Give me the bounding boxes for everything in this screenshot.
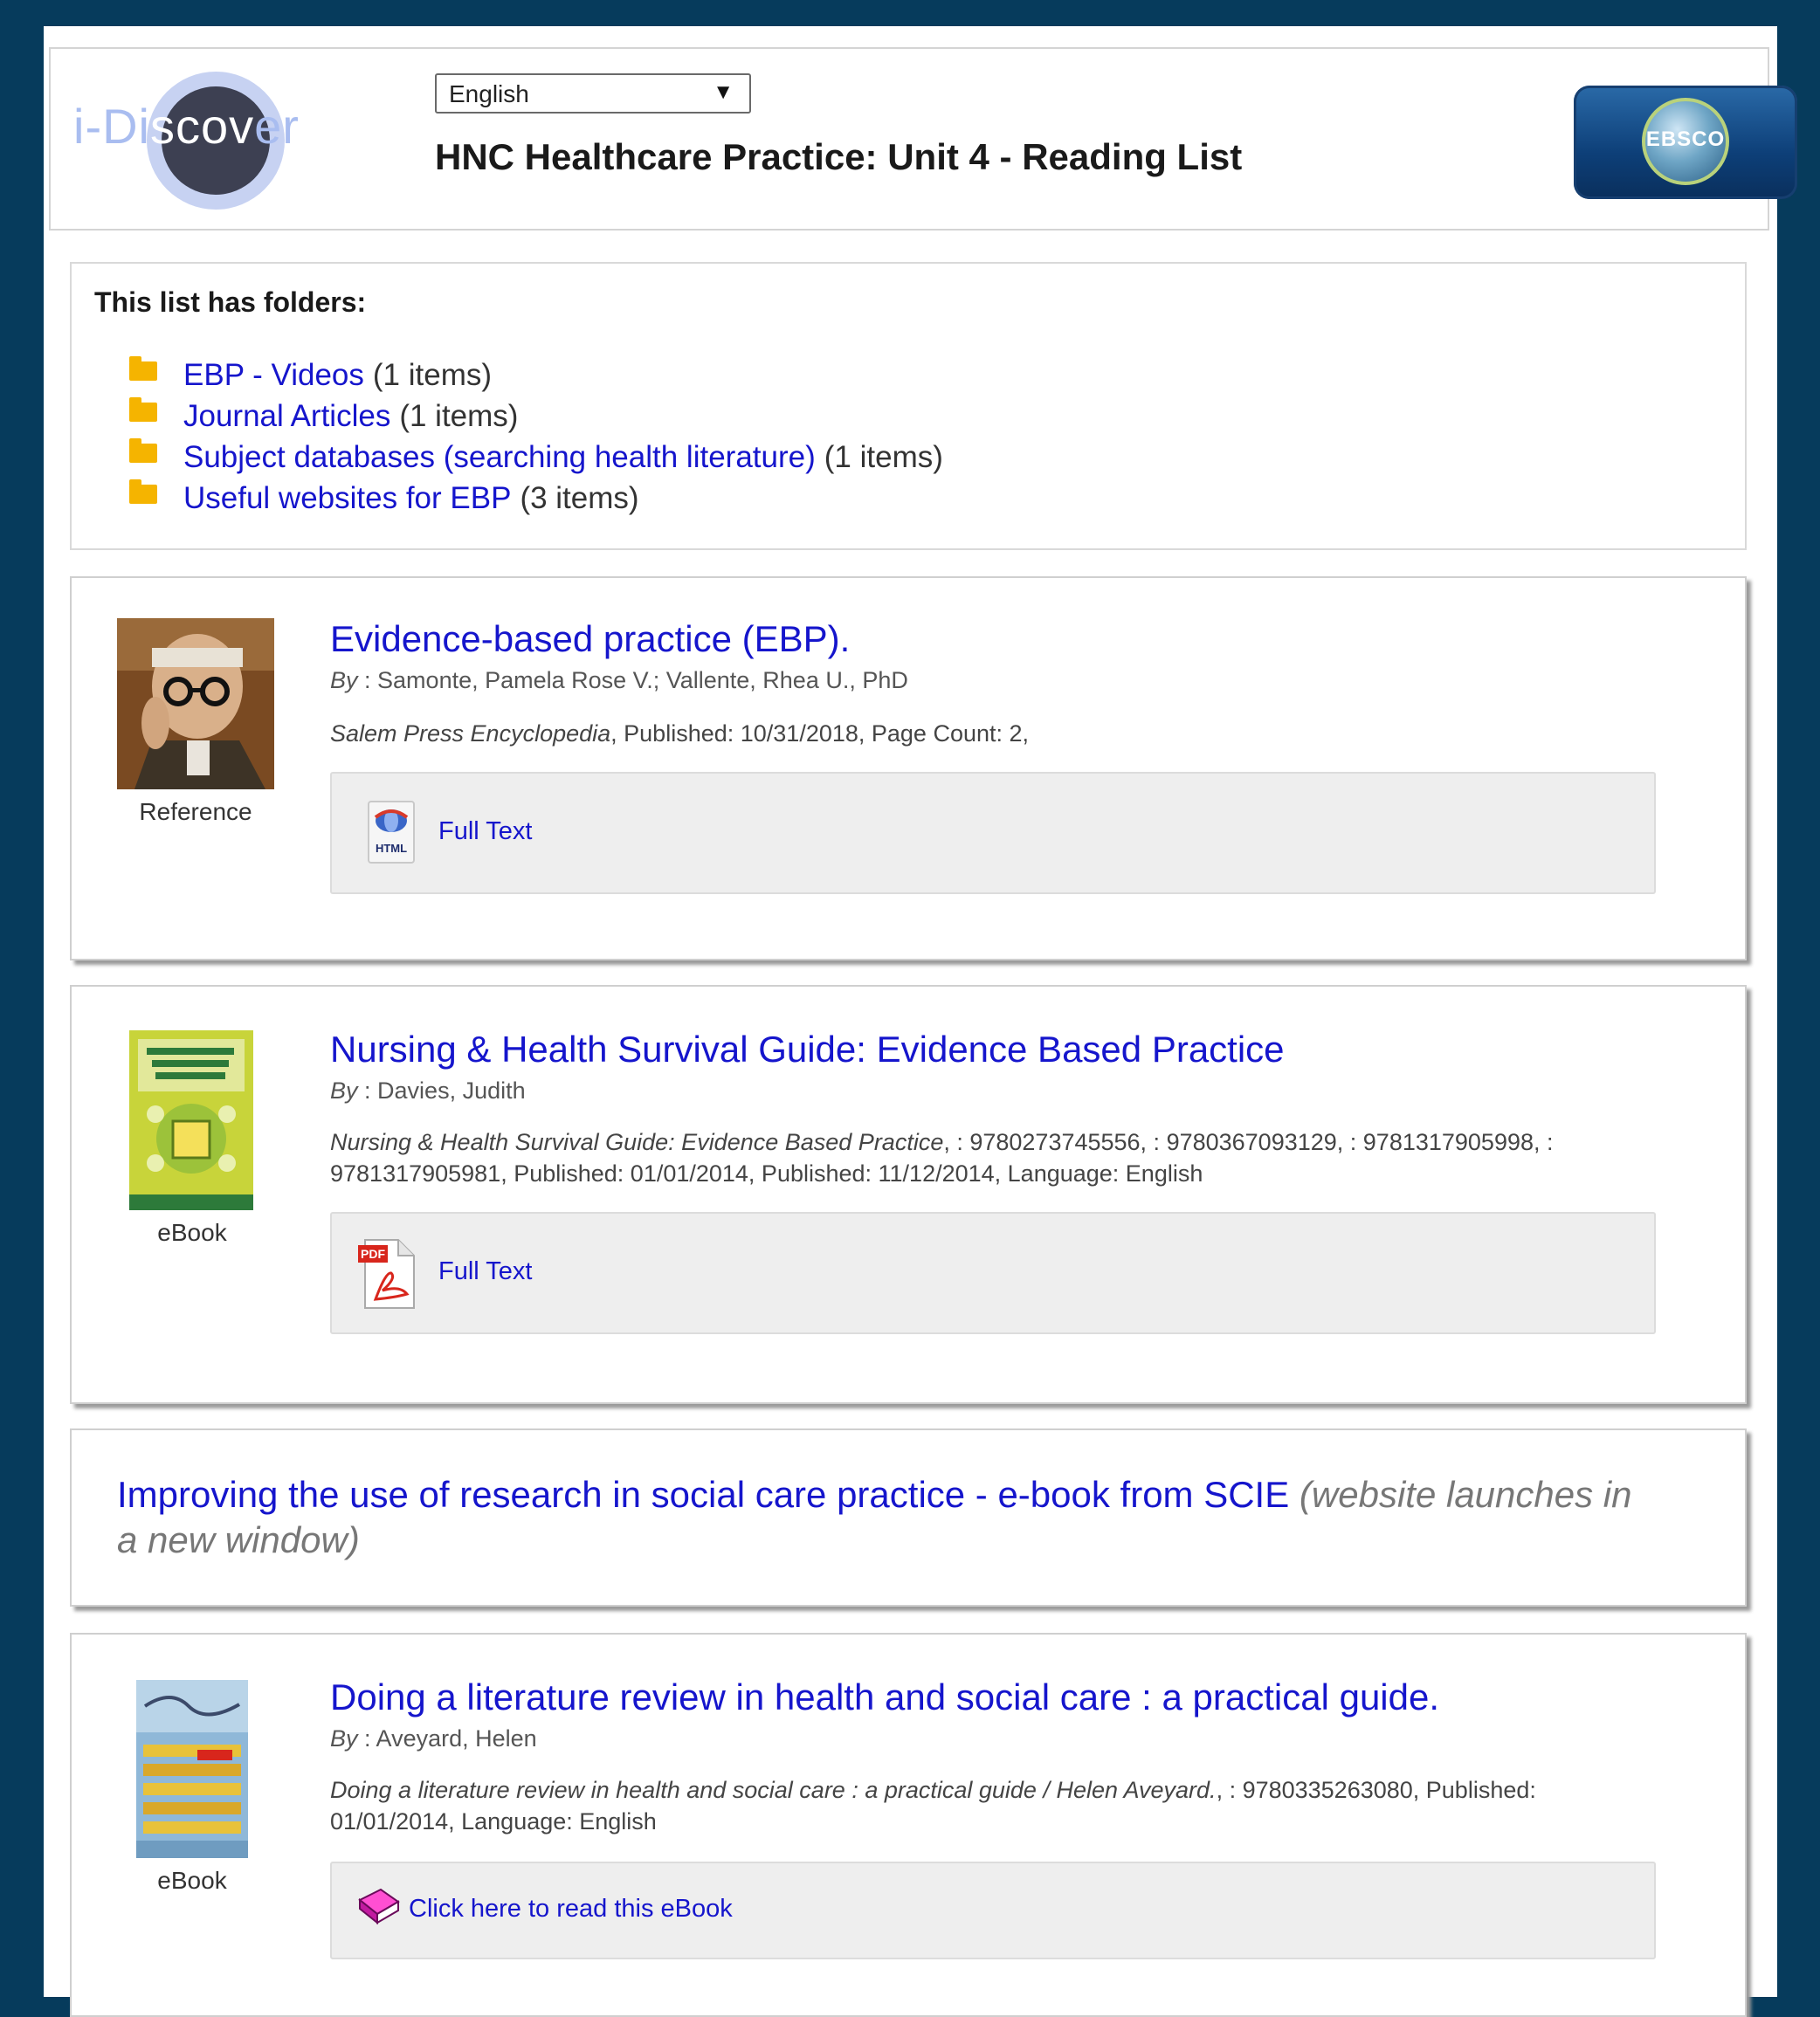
source-title: Salem Press Encyclopedia xyxy=(330,720,611,747)
ebsco-logo-text: EBSCO xyxy=(1645,127,1726,151)
folder-item: Journal Articles (1 items) xyxy=(129,396,943,437)
ebsco-logo[interactable]: EBSCO xyxy=(1574,86,1797,199)
item-thumbnail[interactable] xyxy=(117,618,274,789)
reading-item-card: Reference Evidence-based practice (EBP).… xyxy=(70,576,1747,960)
logo-text-mid: scov xyxy=(149,99,255,154)
by-label: By xyxy=(330,1077,358,1104)
item-metadata: Doing a literature review in health and … xyxy=(330,1774,1588,1837)
folder-icon xyxy=(129,396,157,422)
folder-count: (1 items) xyxy=(824,439,943,474)
full-text-box: HTML Full Text xyxy=(330,772,1656,894)
book-cover-image xyxy=(129,1030,253,1210)
reading-item-card: eBook Doing a literature review in healt… xyxy=(70,1633,1747,2017)
full-text-link[interactable]: Full Text xyxy=(438,817,532,846)
html-icon-text: HTML xyxy=(376,842,407,855)
folder-count: (3 items) xyxy=(520,480,639,515)
item-metadata: Salem Press Encyclopedia, Published: 10/… xyxy=(330,718,1692,749)
book-cover-image xyxy=(136,1680,248,1858)
folder-count: (1 items) xyxy=(399,398,519,433)
item-title-link[interactable]: Doing a literature review in health and … xyxy=(330,1676,1439,1718)
item-title-link[interactable]: Nursing & Health Survival Guide: Evidenc… xyxy=(330,1029,1285,1070)
language-select-value: English xyxy=(449,80,529,107)
dropdown-arrow-icon: ▼ xyxy=(713,80,734,104)
portrait-image xyxy=(117,618,274,789)
i-discover-logo[interactable]: i-Discover xyxy=(73,70,318,210)
folder-link[interactable]: Journal Articles xyxy=(183,399,390,434)
folder-icon xyxy=(129,355,157,381)
reading-item-card: eBook Nursing & Health Survival Guide: E… xyxy=(70,985,1747,1404)
authors-value: : Davies, Judith xyxy=(364,1077,526,1104)
web-link-text: Improving the use of research in social … xyxy=(117,1472,1654,1563)
source-title: Doing a literature review in health and … xyxy=(330,1777,1217,1803)
authors-value: : Samonte, Pamela Rose V.; Vallente, Rhe… xyxy=(364,667,908,693)
item-metadata: Nursing & Health Survival Guide: Evidenc… xyxy=(330,1126,1588,1189)
folder-count: (1 items) xyxy=(372,357,493,392)
header: i-Discover English ▼ HNC Healthcare Prac… xyxy=(49,47,1797,231)
full-text-box: PDF Full Text xyxy=(330,1212,1656,1334)
item-type-label: eBook xyxy=(157,1219,227,1246)
item-thumbnail[interactable] xyxy=(136,1680,248,1858)
item-title-link[interactable]: Evidence-based practice (EBP). xyxy=(330,618,850,660)
folder-icon xyxy=(129,478,157,504)
item-type-label: eBook xyxy=(157,1867,227,1894)
web-link-card: Improving the use of research in social … xyxy=(70,1428,1747,1607)
logo-text: i-Discover xyxy=(73,98,335,155)
language-select[interactable]: English ▼ xyxy=(435,73,751,114)
web-link[interactable]: Improving the use of research in social … xyxy=(117,1474,1289,1515)
pdf-icon: PDF xyxy=(358,1239,415,1309)
item-type-label: Reference xyxy=(139,798,252,825)
source-title: Nursing & Health Survival Guide: Evidenc… xyxy=(330,1129,944,1155)
meta-details: , Published: 10/31/2018, Page Count: 2, xyxy=(610,720,1030,747)
item-authors: By : Aveyard, Helen xyxy=(330,1725,537,1752)
logo-text-left: i-Di xyxy=(73,99,150,154)
authors-value: : Aveyard, Helen xyxy=(364,1725,537,1752)
folder-item: Useful websites for EBP (3 items) xyxy=(129,478,943,519)
folder-item: Subject databases (searching health lite… xyxy=(129,437,943,478)
folders-panel: This list has folders: EBP - Videos (1 i… xyxy=(70,262,1747,550)
book-icon xyxy=(358,1888,400,1925)
folder-link[interactable]: Subject databases (searching health lite… xyxy=(183,440,816,475)
html-icon: HTML xyxy=(368,801,415,864)
ebook-link-box: Click here to read this eBook xyxy=(330,1862,1656,1959)
by-label: By xyxy=(330,1725,358,1752)
pdf-icon-text: PDF xyxy=(361,1247,385,1261)
folders-heading: This list has folders: xyxy=(94,286,367,318)
logo-text-right: er xyxy=(254,99,300,154)
folder-list: EBP - Videos (1 items) Journal Articles … xyxy=(129,355,943,519)
read-ebook-link[interactable]: Click here to read this eBook xyxy=(409,1895,733,1924)
by-label: By xyxy=(330,667,358,693)
folder-link[interactable]: EBP - Videos xyxy=(183,358,364,393)
item-authors: By : Samonte, Pamela Rose V.; Vallente, … xyxy=(330,667,908,694)
folder-icon xyxy=(129,437,157,463)
item-thumbnail[interactable] xyxy=(129,1030,253,1210)
full-text-link[interactable]: Full Text xyxy=(438,1257,532,1286)
item-authors: By : Davies, Judith xyxy=(330,1077,526,1105)
folder-item: EBP - Videos (1 items) xyxy=(129,355,943,396)
folder-link[interactable]: Useful websites for EBP xyxy=(183,481,511,516)
page-title: HNC Healthcare Practice: Unit 4 - Readin… xyxy=(435,136,1243,177)
